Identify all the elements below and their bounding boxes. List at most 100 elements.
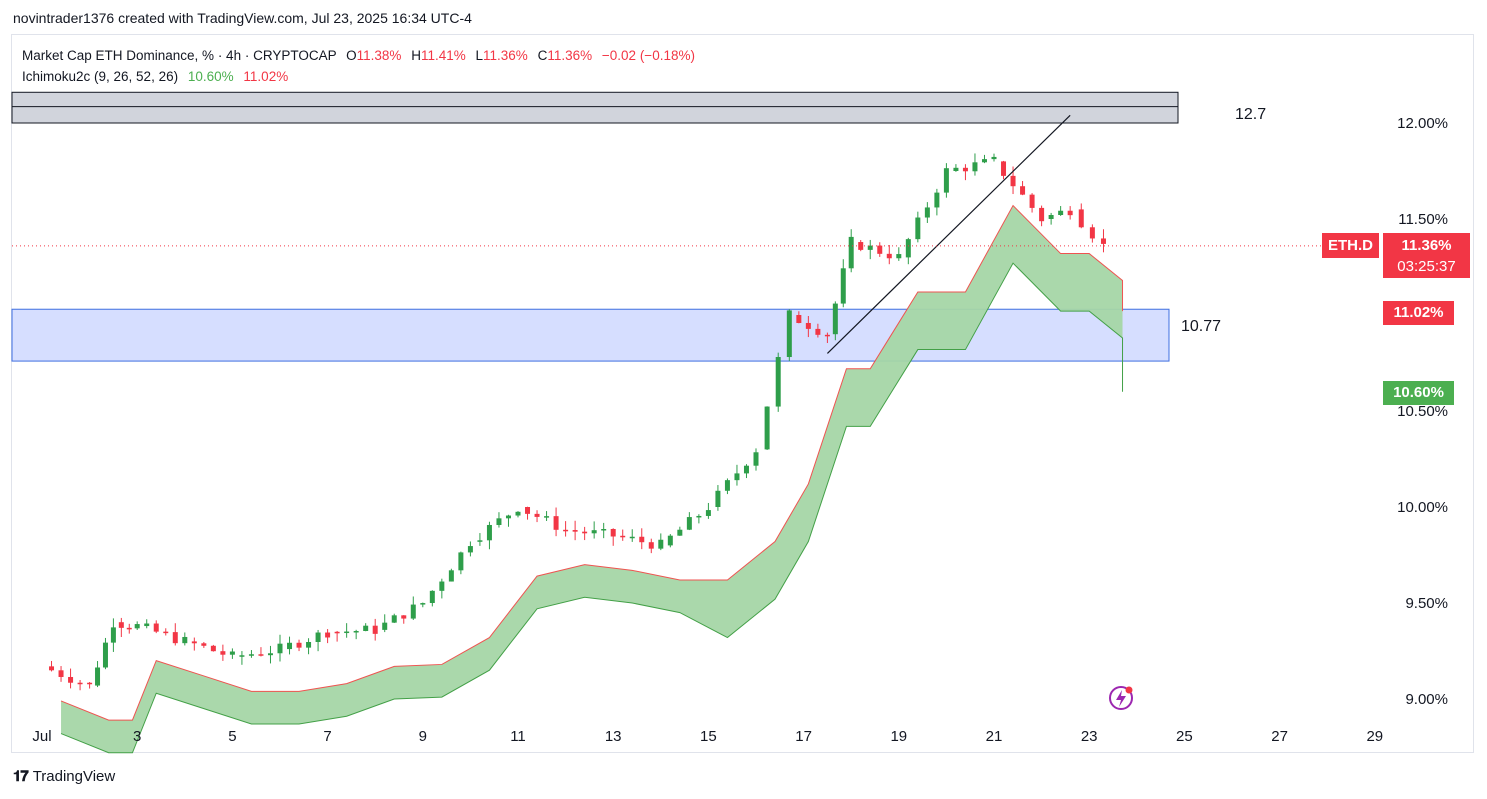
x-tick-label: 5	[228, 728, 236, 745]
candle-body	[591, 530, 597, 534]
y-tick-label: 12.00%	[1397, 115, 1448, 132]
candle-body	[477, 540, 483, 542]
candle-body	[382, 622, 388, 630]
x-tick-label: 25	[1176, 728, 1193, 745]
resistance-level-label: 12.7	[1235, 106, 1267, 123]
candle-body	[786, 310, 792, 358]
candle-body	[163, 631, 169, 634]
x-tick-label: 15	[700, 728, 717, 745]
last-price-tag: 11.36% 03:25:37	[1383, 233, 1470, 278]
candle-body	[934, 192, 940, 208]
y-tick-label: 9.50%	[1405, 595, 1448, 612]
candle-body	[639, 536, 645, 543]
symbol-price-tag: ETH.D	[1322, 233, 1379, 258]
x-tick-label: 13	[605, 728, 622, 745]
x-tick-label: 7	[323, 728, 331, 745]
candle-body	[334, 631, 340, 634]
candle-body	[544, 516, 550, 518]
candle-body	[277, 643, 283, 654]
support-level-label: 10.77	[1181, 318, 1222, 335]
last-price-value: 11.36%	[1401, 237, 1452, 254]
candle-body	[1039, 207, 1045, 222]
candle-body	[1078, 209, 1084, 228]
candle-body	[467, 546, 473, 553]
candle-body	[258, 654, 264, 656]
tradingview-logo[interactable]: 𝟏𝟕 TradingView	[13, 768, 115, 785]
candle-body	[886, 253, 892, 259]
y-tick-label: 10.50%	[1397, 403, 1448, 420]
candle-body	[915, 217, 921, 240]
candle-body	[201, 643, 207, 646]
candle-body	[410, 604, 416, 619]
candle-body	[220, 651, 226, 655]
candle-body	[486, 524, 492, 541]
candle-body	[448, 570, 454, 582]
candle-body	[49, 666, 55, 671]
candle-body	[515, 511, 521, 516]
candle-body	[144, 623, 150, 627]
x-tick-label: 9	[419, 728, 427, 745]
candle-body	[764, 406, 770, 450]
candle-body	[610, 529, 616, 537]
candle-body	[743, 465, 749, 474]
candle-body	[972, 162, 978, 172]
candle-body	[629, 536, 635, 539]
candle-body	[95, 667, 101, 686]
candle-body	[134, 624, 140, 629]
candle-body	[1058, 210, 1064, 216]
candle-body	[815, 328, 821, 335]
candle-body	[363, 625, 369, 632]
candle-body	[267, 653, 273, 656]
candle-body	[372, 625, 378, 634]
candle-body	[353, 631, 359, 633]
x-tick-label: 19	[890, 728, 907, 745]
candle-body	[68, 676, 74, 683]
candle-body	[563, 529, 569, 532]
span-a-tag: 11.02%	[1383, 301, 1454, 325]
y-tick-label: 10.00%	[1397, 499, 1448, 516]
candle-body	[391, 615, 397, 623]
candle-body	[102, 642, 108, 668]
candle-body	[877, 245, 883, 254]
ichimoku-cloud	[61, 205, 1123, 753]
candle-body	[953, 167, 959, 171]
candle-body	[1001, 161, 1007, 176]
candle-body	[715, 490, 721, 507]
candle-body	[306, 641, 312, 648]
candle-body	[118, 622, 124, 628]
candle-body	[1067, 210, 1073, 216]
x-tick-label: 27	[1271, 728, 1288, 745]
candle-body	[705, 510, 711, 516]
candle-body	[325, 632, 331, 638]
candle-body	[439, 581, 445, 591]
candle-body	[191, 641, 197, 644]
candle-body	[905, 239, 911, 258]
resistance-zone	[11, 91, 1179, 124]
candle-body	[534, 513, 540, 517]
span-b-tag: 10.60%	[1383, 381, 1454, 405]
candles	[49, 153, 1106, 691]
candle-body	[401, 615, 407, 619]
x-tick-label: 17	[795, 728, 812, 745]
candle-body	[496, 518, 502, 525]
candle-body	[962, 167, 968, 172]
candle-body	[1100, 238, 1106, 244]
candle-body	[77, 682, 83, 685]
bar-countdown: 03:25:37	[1397, 258, 1456, 275]
candle-body	[239, 655, 245, 657]
candle-body	[924, 207, 930, 218]
support-zone	[11, 308, 1170, 362]
candle-body	[601, 529, 607, 531]
candle-body	[420, 603, 426, 605]
candle-body	[505, 515, 511, 519]
lightning-icon-bolt	[1116, 690, 1126, 707]
x-tick-label: 23	[1081, 728, 1098, 745]
x-tick-label: 21	[986, 728, 1003, 745]
candle-body	[296, 642, 302, 648]
candle-body	[796, 315, 802, 323]
candle-body	[58, 670, 64, 677]
candle-body	[648, 542, 654, 549]
candle-body	[429, 590, 435, 603]
candle-body	[210, 645, 216, 652]
ichimoku-span-a	[60, 204, 1124, 721]
